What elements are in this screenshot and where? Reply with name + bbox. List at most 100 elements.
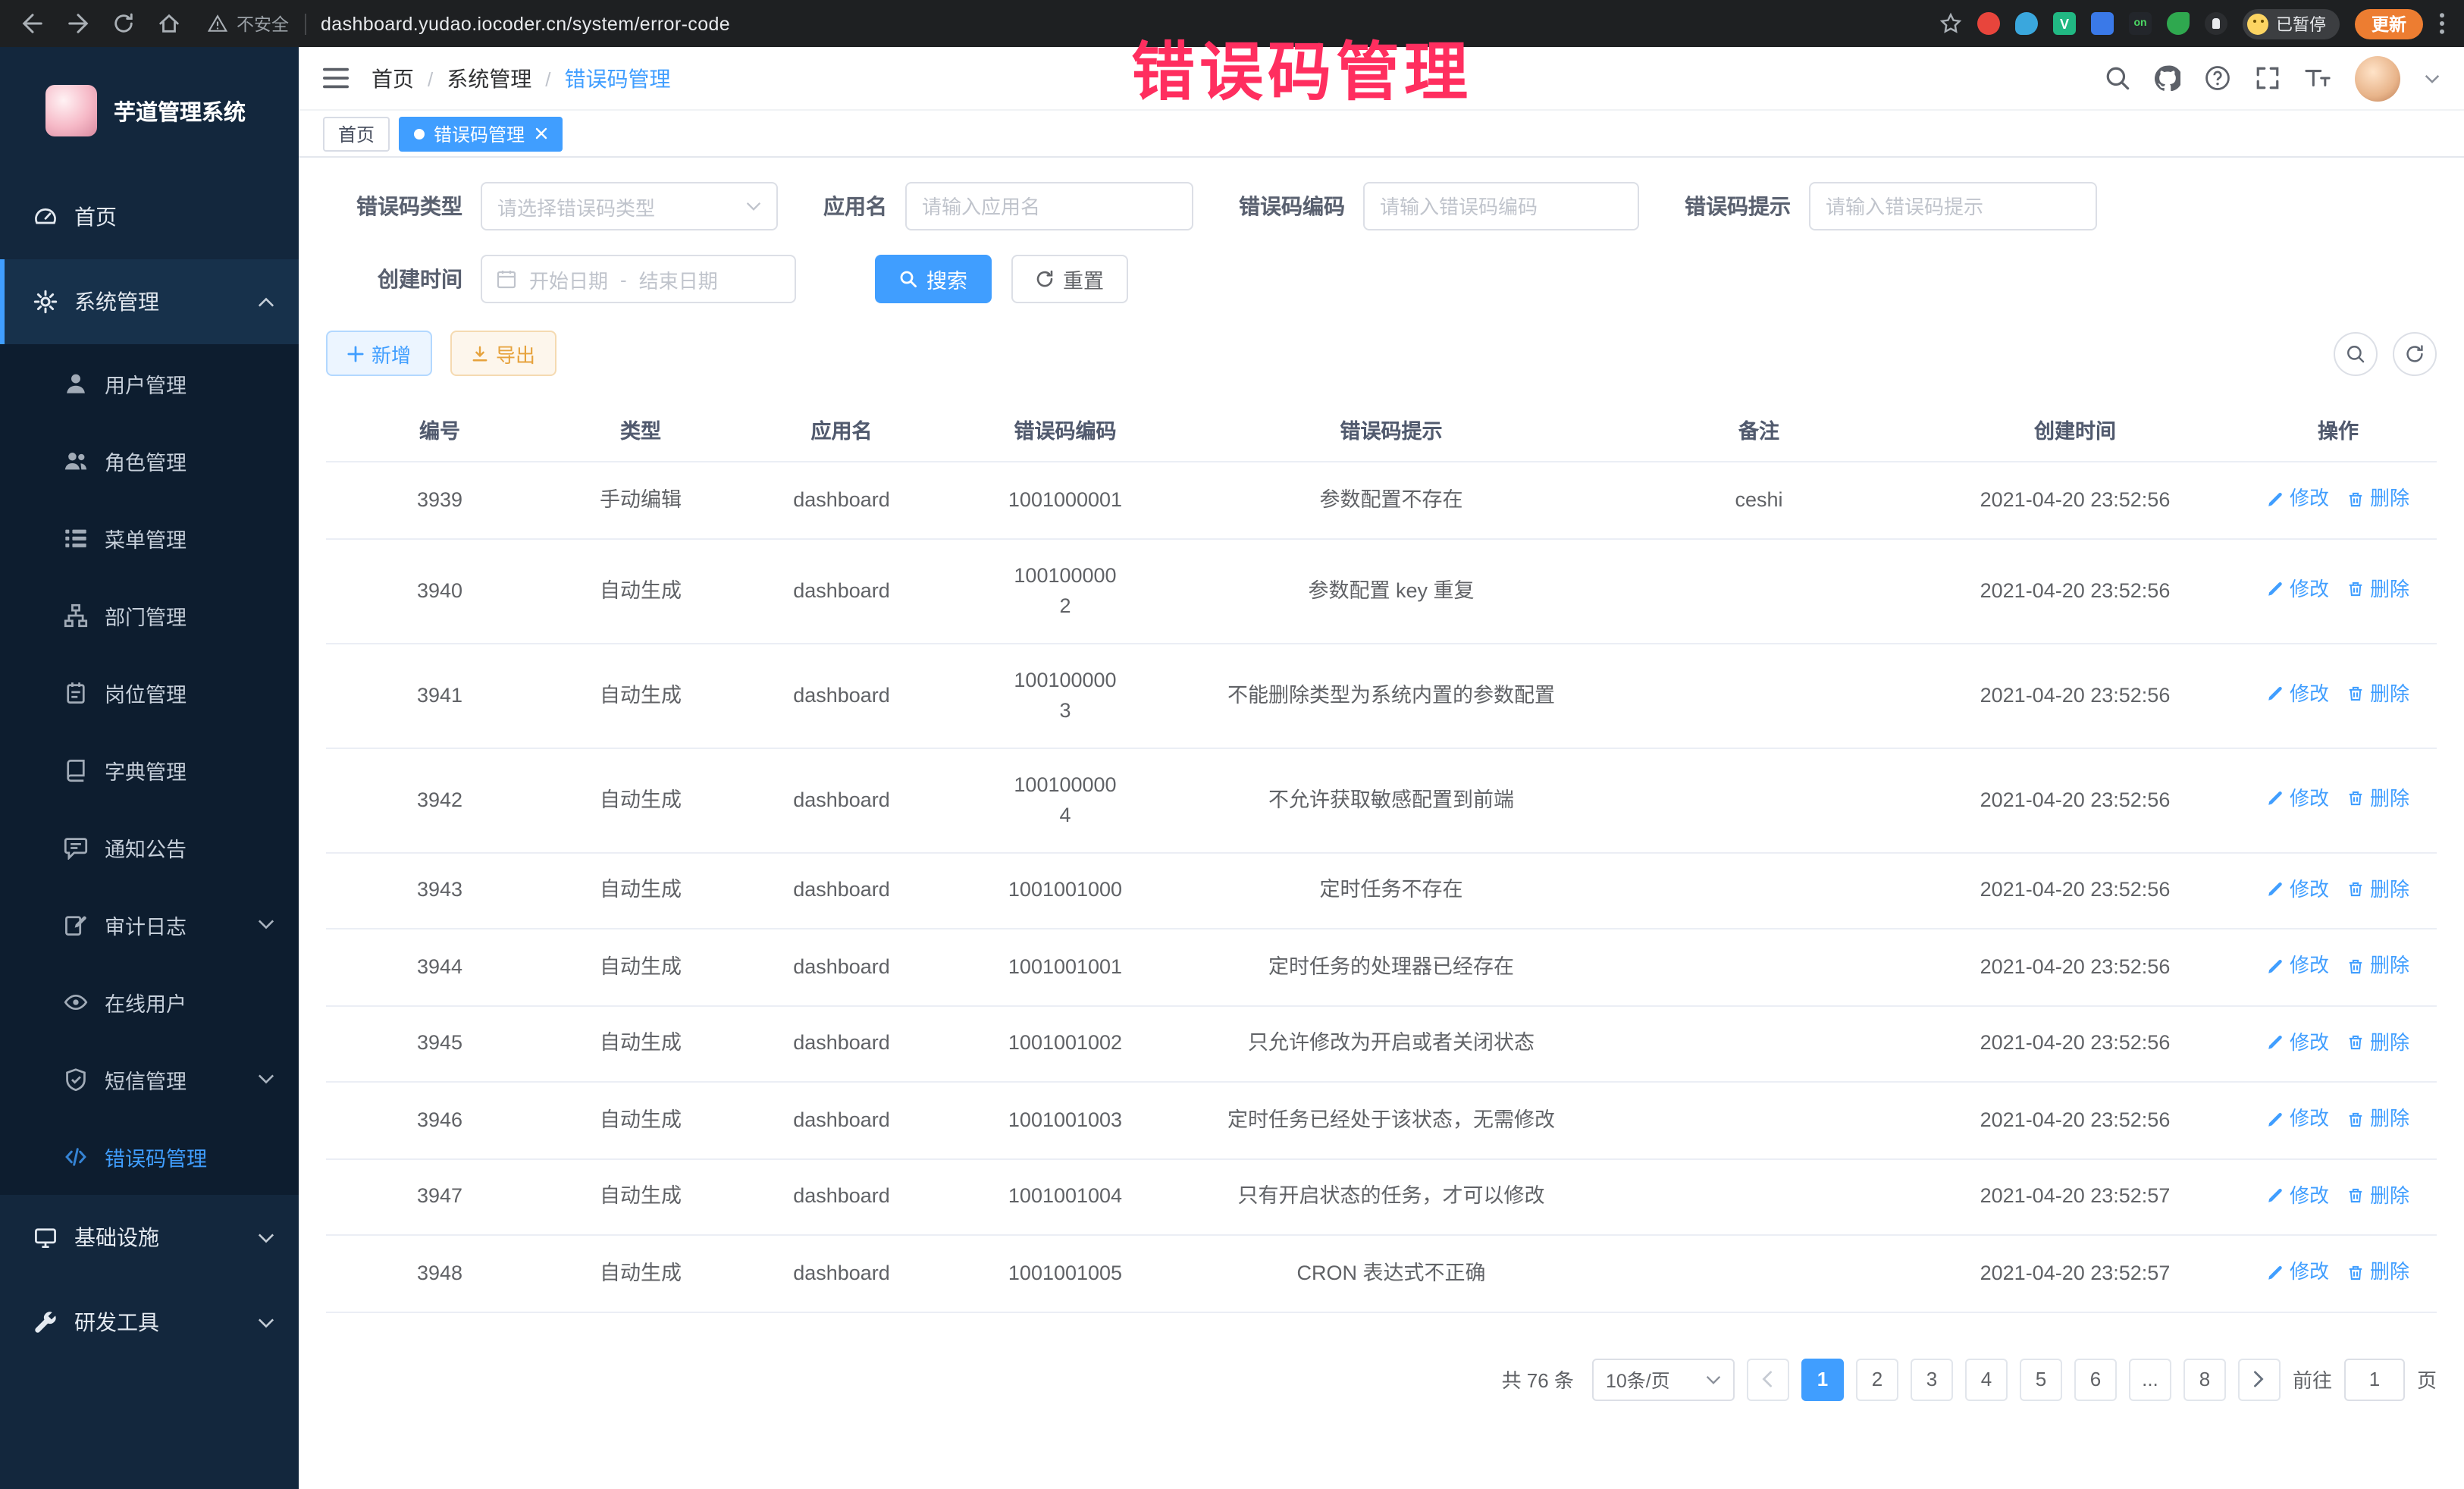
page-button-4[interactable]: 4	[1965, 1358, 2008, 1400]
error-message-input[interactable]	[1809, 182, 2097, 230]
error-code-input[interactable]	[1363, 182, 1639, 230]
github-icon[interactable]	[2155, 65, 2180, 91]
edit-link[interactable]: 修改	[2267, 575, 2329, 605]
sidebar-item-sms[interactable]: 短信管理	[0, 1040, 299, 1118]
pencil-icon	[2267, 1264, 2284, 1281]
security-chip[interactable]: 不安全	[208, 11, 289, 36]
sidebar-item-system[interactable]: 系统管理	[0, 259, 299, 344]
hamburger-icon[interactable]	[323, 67, 349, 89]
sidebar-item-dept[interactable]: 部门管理	[0, 576, 299, 654]
delete-link[interactable]: 删除	[2347, 874, 2409, 904]
page-button-1[interactable]: 1	[1801, 1358, 1844, 1400]
back-icon[interactable]	[21, 12, 44, 35]
cell-message: 不允许获取敏感配置到前端	[1175, 748, 1607, 852]
next-page-button[interactable]	[2238, 1358, 2281, 1400]
app-name-input[interactable]	[905, 182, 1193, 230]
paused-profile-badge[interactable]: 已暂停	[2243, 8, 2340, 39]
delete-link[interactable]: 删除	[2347, 679, 2409, 710]
edit-link[interactable]: 修改	[2267, 484, 2329, 514]
delete-link[interactable]: 删除	[2347, 1104, 2409, 1134]
address-bar-url[interactable]: dashboard.yudao.iocoder.cn/system/error-…	[321, 13, 730, 34]
sidebar-item-online-user[interactable]: 在线用户	[0, 963, 299, 1040]
blue-drop-extension-icon[interactable]	[2015, 12, 2038, 35]
refresh-icon[interactable]	[2393, 331, 2437, 375]
sidebar-item-error-code[interactable]: 错误码管理	[0, 1118, 299, 1195]
trash-icon	[2347, 491, 2364, 507]
export-button[interactable]: 导出	[450, 331, 556, 376]
edit-link[interactable]: 修改	[2267, 784, 2329, 814]
edit-link[interactable]: 修改	[2267, 1180, 2329, 1211]
page-more-button[interactable]: ...	[2129, 1358, 2171, 1400]
edit-link[interactable]: 修改	[2267, 1104, 2329, 1134]
app-logo[interactable]: 芋道管理系统	[0, 47, 299, 174]
page-size-select[interactable]: 10条/页	[1592, 1358, 1735, 1400]
edit-link[interactable]: 修改	[2267, 874, 2329, 904]
chevron-down-icon[interactable]	[2425, 74, 2440, 83]
search-button[interactable]: 搜索	[875, 255, 992, 303]
sidebar-item-dict[interactable]: 字典管理	[0, 731, 299, 808]
error-code-label: 错误码编码	[1239, 191, 1345, 221]
on-switch-extension-icon[interactable]: on	[2129, 12, 2152, 35]
bookmark-star-icon[interactable]	[1939, 12, 1962, 35]
sidebar-item-menu[interactable]: 菜单管理	[0, 499, 299, 576]
leaf-extension-icon[interactable]	[2167, 12, 2190, 35]
delete-link[interactable]: 删除	[2347, 951, 2409, 981]
sidebar-item-devtools[interactable]: 研发工具	[0, 1280, 299, 1365]
fullscreen-icon[interactable]	[2255, 65, 2281, 91]
kebab-menu-icon[interactable]	[2438, 12, 2446, 35]
page-button-8[interactable]: 8	[2183, 1358, 2226, 1400]
search-icon[interactable]	[2105, 65, 2130, 91]
vue-devtools-extension-icon[interactable]: V	[2053, 12, 2076, 35]
cell-message: 只允许修改为开启或者关闭状态	[1175, 1005, 1607, 1082]
font-size-icon[interactable]	[2305, 65, 2331, 91]
toggle-search-icon[interactable]	[2334, 331, 2378, 375]
tab-home[interactable]: 首页	[323, 116, 390, 151]
page-button-3[interactable]: 3	[1911, 1358, 1953, 1400]
browser-update-button[interactable]: 更新	[2355, 8, 2423, 39]
cell-type: 手动编辑	[553, 462, 728, 538]
pin-extension-icon[interactable]	[2205, 12, 2227, 35]
date-range-picker[interactable]: 开始日期 - 结束日期	[481, 255, 796, 303]
blue-grid-extension-icon[interactable]	[2091, 12, 2114, 35]
sidebar-item-post[interactable]: 岗位管理	[0, 654, 299, 731]
breadcrumb-home[interactable]: 首页	[371, 63, 414, 93]
reset-button[interactable]: 重置	[1011, 255, 1128, 303]
delete-link[interactable]: 删除	[2347, 484, 2409, 514]
cell-created: 2021-04-20 23:52:56	[1911, 852, 2240, 929]
sidebar-item-role[interactable]: 角色管理	[0, 422, 299, 499]
add-button[interactable]: 新增	[326, 331, 432, 376]
delete-link[interactable]: 删除	[2347, 1180, 2409, 1211]
breadcrumb-system[interactable]: 系统管理	[447, 63, 531, 93]
sidebar-item-user[interactable]: 用户管理	[0, 344, 299, 422]
home-icon[interactable]	[158, 12, 180, 35]
cell-message: 不能删除类型为系统内置的参数配置	[1175, 643, 1607, 748]
goto-page-input[interactable]	[2344, 1358, 2405, 1400]
page-button-6[interactable]: 6	[2074, 1358, 2117, 1400]
page-button-2[interactable]: 2	[1856, 1358, 1898, 1400]
close-icon[interactable]	[535, 127, 547, 139]
error-type-select[interactable]: 请选择错误码类型	[481, 182, 778, 230]
page-button-5[interactable]: 5	[2020, 1358, 2062, 1400]
sidebar-item-home[interactable]: 首页	[0, 174, 299, 259]
sidebar-item-audit-log[interactable]: 审计日志	[0, 886, 299, 963]
delete-link[interactable]: 删除	[2347, 1027, 2409, 1058]
delete-link[interactable]: 删除	[2347, 784, 2409, 814]
sidebar-item-infra[interactable]: 基础设施	[0, 1195, 299, 1280]
reload-icon[interactable]	[112, 12, 135, 35]
delete-link[interactable]: 删除	[2347, 575, 2409, 605]
sidebar-item-notice[interactable]: 通知公告	[0, 808, 299, 886]
avatar[interactable]	[2355, 55, 2400, 101]
tab-error-code[interactable]: 错误码管理	[399, 116, 563, 151]
cell-remark	[1607, 748, 1911, 852]
edit-link[interactable]: 修改	[2267, 1257, 2329, 1287]
question-icon[interactable]	[2205, 65, 2230, 91]
edit-link[interactable]: 修改	[2267, 679, 2329, 710]
edit-link[interactable]: 修改	[2267, 951, 2329, 981]
prev-page-button[interactable]	[1747, 1358, 1789, 1400]
cell-message: 定时任务不存在	[1175, 852, 1607, 929]
delete-link[interactable]: 删除	[2347, 1257, 2409, 1287]
forward-icon[interactable]	[67, 12, 89, 35]
red-dot-extension-icon[interactable]	[1977, 12, 2000, 35]
cell-created: 2021-04-20 23:52:56	[1911, 462, 2240, 538]
edit-link[interactable]: 修改	[2267, 1027, 2329, 1058]
